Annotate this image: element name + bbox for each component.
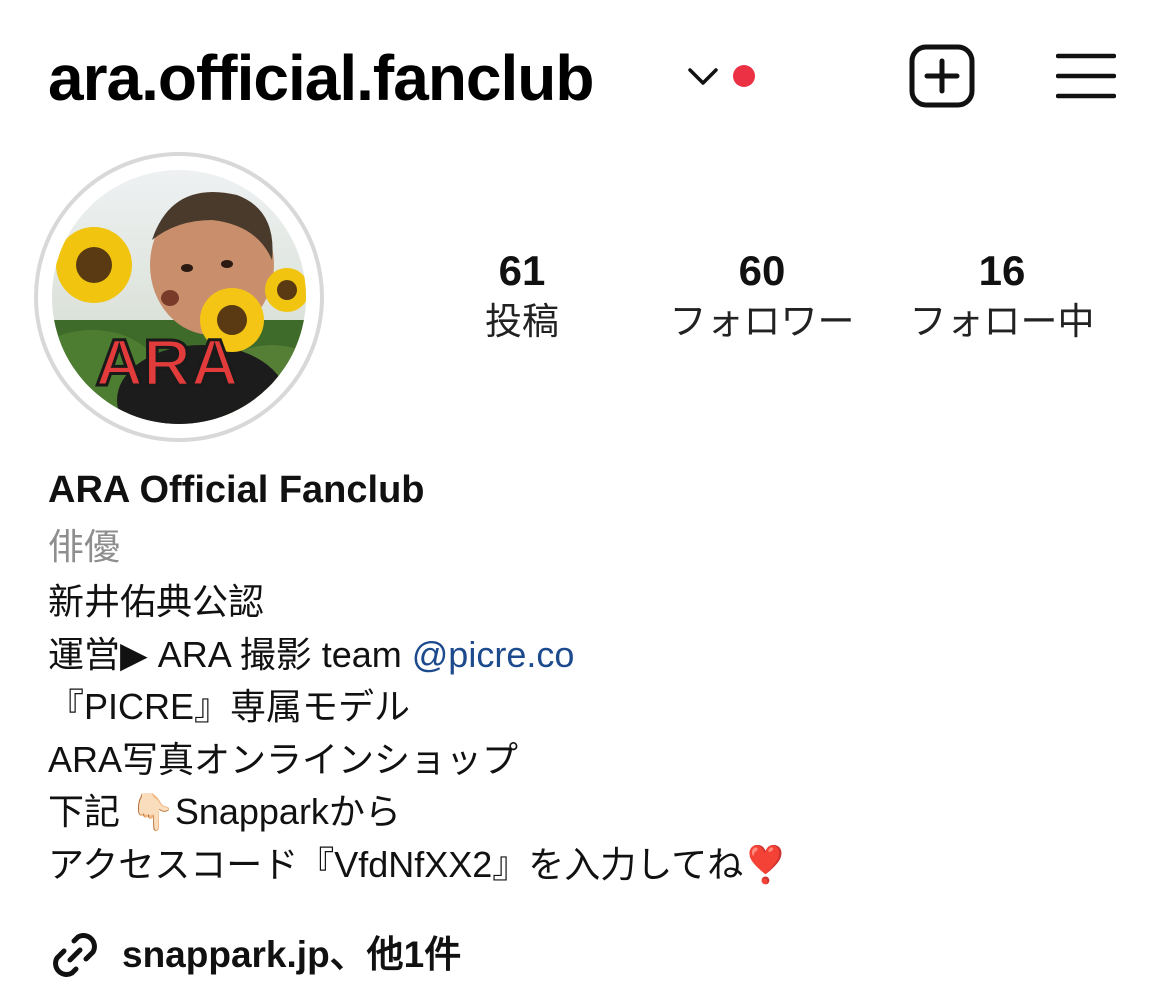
notification-dot [733, 65, 755, 87]
avatar-badge-text: ARA [96, 325, 239, 399]
bio-line: 下記 👇🏻Snapparkから [48, 791, 401, 832]
bio-line: 新井佑典公認 [48, 581, 265, 622]
display-name: ARA Official Fanclub [48, 469, 425, 511]
hamburger-menu-icon[interactable] [1056, 52, 1116, 100]
stat-following[interactable]: 16 フォロー中 [892, 246, 1112, 346]
stat-posts-label: 投稿 [485, 301, 559, 342]
profile-username[interactable]: ara.official.fanclub [48, 40, 594, 116]
bio-line: アクセスコード『VfdNfXX2』を入力してね❣️ [48, 843, 789, 885]
profile-category: 俳優 [48, 526, 121, 567]
stat-followers-count: 60 [738, 247, 786, 294]
stat-posts[interactable]: 61 投稿 [412, 246, 632, 346]
external-link[interactable]: snappark.jp、他1件 [122, 930, 461, 980]
chevron-down-icon[interactable] [686, 62, 720, 92]
stat-following-label: フォロー中 [909, 301, 1095, 342]
avatar[interactable]: ARA [52, 170, 306, 424]
profile-bio: 新井佑典公認 運営▶ ARA 撮影 team @picre.co 『PICRE』… [48, 576, 788, 891]
plus-square-icon[interactable] [909, 44, 975, 108]
bio-line: 『PICRE』専属モデル [48, 686, 411, 727]
bio-line: ARA写真オンラインショップ [48, 738, 519, 780]
mention-link[interactable]: @picre.co [412, 634, 575, 675]
stat-followers-label: フォロワー [669, 301, 855, 342]
bio-line: 運営▶ ARA 撮影 team @picre.co [48, 629, 788, 682]
stat-posts-count: 61 [498, 247, 546, 294]
link-chain-icon[interactable] [48, 928, 102, 982]
bio-line-text: 運営▶ ARA 撮影 team [48, 633, 412, 675]
stat-followers[interactable]: 60 フォロワー [652, 246, 872, 346]
stat-following-count: 16 [978, 247, 1026, 294]
